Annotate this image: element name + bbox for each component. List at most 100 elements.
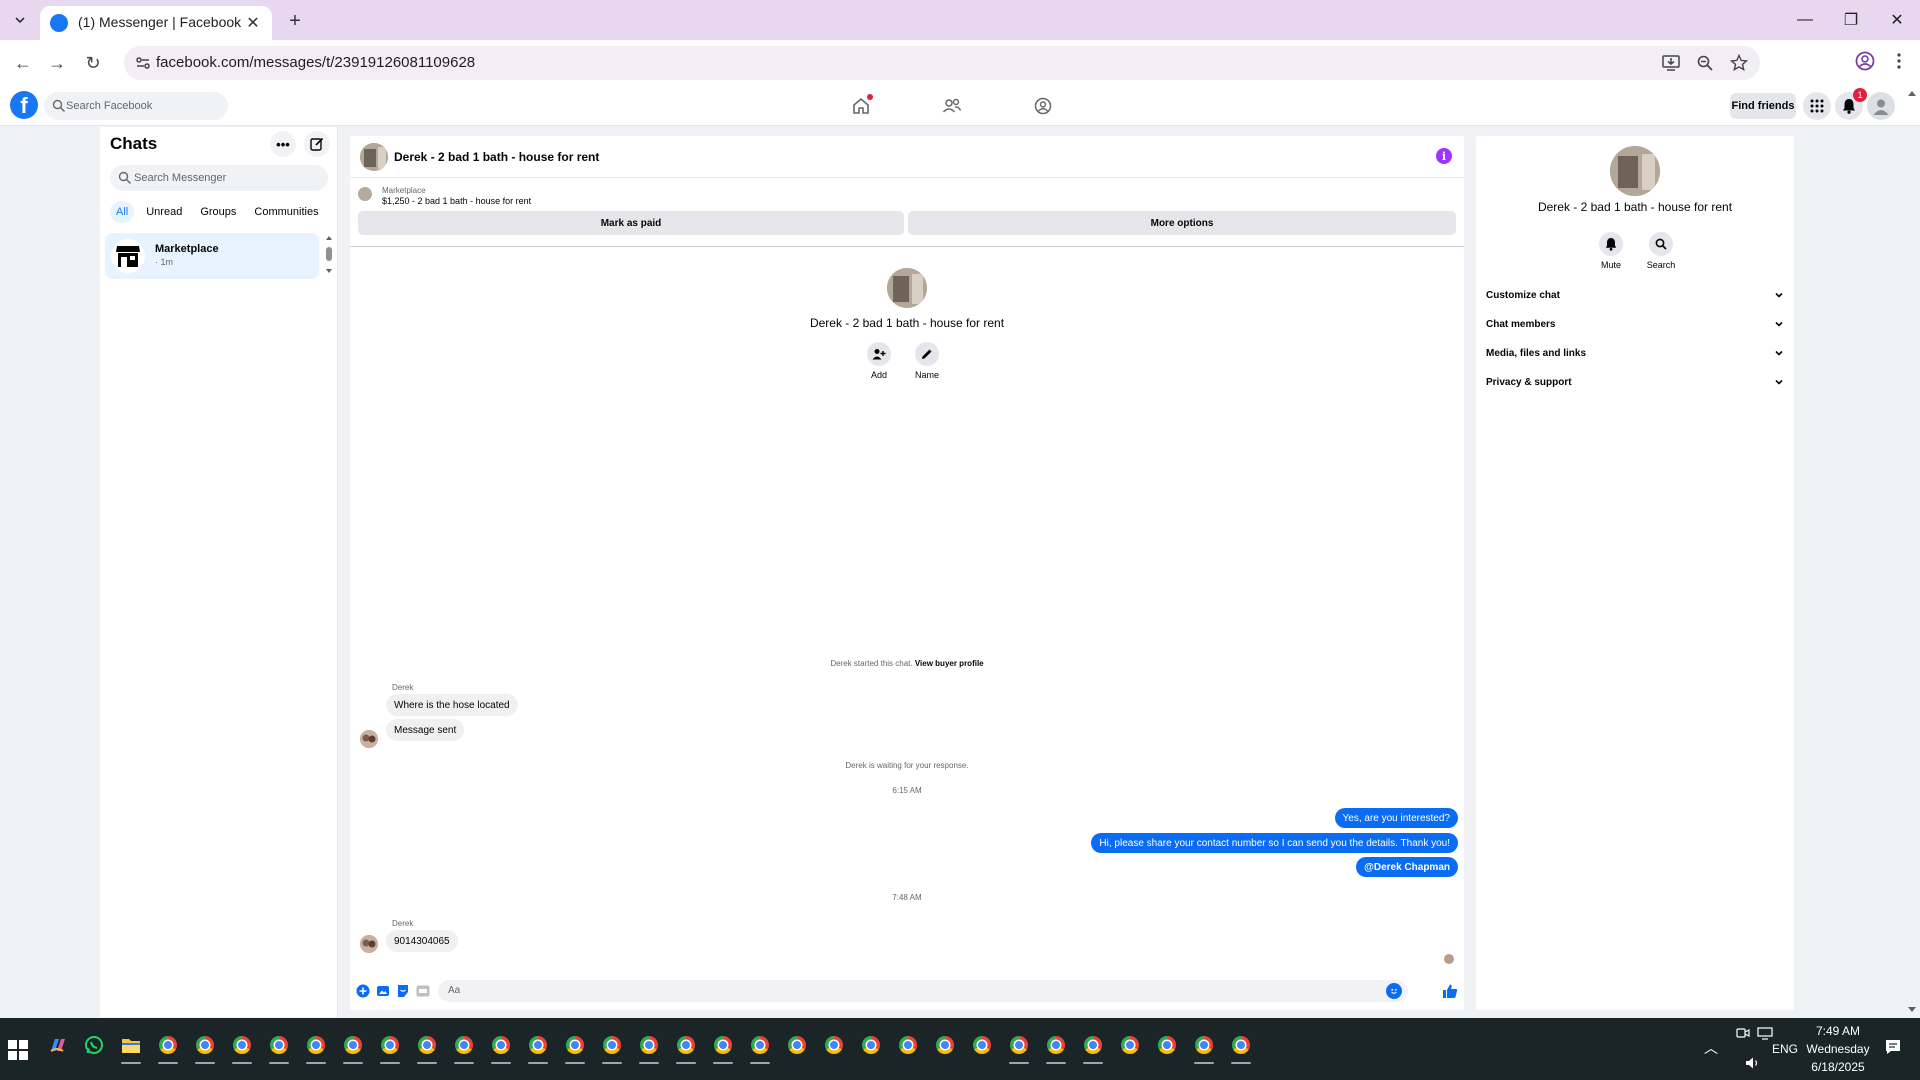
chrome-window-icon[interactable]	[747, 1032, 773, 1064]
chrome-window-icon[interactable]	[673, 1032, 699, 1064]
intro-avatar[interactable]	[887, 268, 927, 308]
browser-tab-messenger[interactable]: (1) Messenger | Facebook ✕	[40, 6, 272, 40]
filter-all[interactable]: All	[110, 201, 135, 223]
forward-arrow-icon[interactable]: →	[44, 50, 70, 76]
messenger-search-input[interactable]: Search Messenger	[110, 165, 328, 191]
chrome-window-icon[interactable]	[266, 1032, 292, 1064]
bookmark-star-icon[interactable]	[1728, 52, 1750, 74]
zoom-icon[interactable]	[1694, 52, 1716, 74]
add-people-button[interactable]: Add	[867, 342, 891, 380]
browser-menu-icon[interactable]	[1888, 50, 1910, 72]
conversation-title[interactable]: Derek - 2 bad 1 bath - house for rent	[394, 150, 599, 164]
sticker-icon[interactable]	[395, 983, 411, 999]
chrome-window-icon[interactable]	[932, 1032, 958, 1058]
chrome-window-icon[interactable]	[192, 1032, 218, 1064]
chrome-window-icon[interactable]	[562, 1032, 588, 1064]
edit-name-button[interactable]: Name	[915, 342, 939, 380]
chrome-window-icon[interactable]	[525, 1032, 551, 1064]
meet-now-icon[interactable]	[1734, 1024, 1752, 1042]
back-arrow-icon[interactable]: ←	[10, 50, 36, 76]
show-hidden-icons-chevron-icon[interactable]: ︿	[1704, 1038, 1718, 1058]
chrome-window-icon[interactable]	[636, 1032, 662, 1064]
language-indicator[interactable]: ENG	[1772, 1042, 1798, 1056]
chat-list-item[interactable]: Marketplace · 1m	[105, 233, 319, 279]
chat-list-scrollbar[interactable]	[324, 235, 334, 275]
more-options-button[interactable]: More options	[908, 211, 1456, 235]
facebook-search-input[interactable]: Search Facebook	[44, 92, 228, 120]
chrome-window-icon[interactable]	[303, 1032, 329, 1064]
message-input[interactable]: Aa	[438, 980, 1408, 1002]
sender-avatar[interactable]	[360, 730, 378, 748]
emoji-icon[interactable]	[1386, 983, 1402, 999]
chrome-window-icon[interactable]	[858, 1032, 884, 1058]
volume-icon[interactable]	[1744, 1054, 1762, 1072]
new-message-icon[interactable]	[304, 131, 330, 157]
network-icon[interactable]	[1756, 1024, 1774, 1042]
chrome-window-icon[interactable]	[599, 1032, 625, 1064]
site-settings-icon[interactable]	[134, 54, 152, 72]
chats-more-options-icon[interactable]: •••	[270, 131, 296, 157]
chrome-window-icon[interactable]	[155, 1032, 181, 1064]
chrome-window-icon[interactable]	[1228, 1032, 1254, 1064]
like-thumbs-up-icon[interactable]	[1442, 983, 1458, 999]
chrome-window-icon[interactable]	[1117, 1032, 1143, 1058]
notification-center-icon[interactable]	[1884, 1038, 1902, 1056]
filter-unread[interactable]: Unread	[140, 201, 188, 223]
gif-icon[interactable]	[415, 983, 431, 999]
mark-as-paid-button[interactable]: Mark as paid	[358, 211, 904, 235]
search-in-chat-button[interactable]: Search	[1647, 232, 1675, 270]
chrome-window-icon[interactable]	[821, 1032, 847, 1058]
outgoing-message[interactable]: Yes, are you interested?	[1334, 808, 1458, 828]
chrome-window-icon[interactable]	[1043, 1032, 1069, 1064]
close-tab-icon[interactable]: ✕	[244, 14, 262, 32]
chrome-window-icon[interactable]	[377, 1032, 403, 1064]
url-text[interactable]: facebook.com/messages/t/2391912608110962…	[156, 54, 475, 71]
chrome-window-icon[interactable]	[969, 1032, 995, 1058]
copilot-icon[interactable]	[44, 1032, 70, 1058]
file-explorer-icon[interactable]	[118, 1032, 144, 1064]
filter-communities[interactable]: Communities	[248, 201, 324, 223]
notifications-bell-icon[interactable]: 1	[1835, 88, 1867, 120]
chrome-window-icon[interactable]	[1191, 1032, 1217, 1064]
view-buyer-profile-link[interactable]: View buyer profile	[915, 659, 984, 668]
chrome-window-icon[interactable]	[488, 1032, 514, 1064]
chrome-window-icon[interactable]	[340, 1032, 366, 1064]
conversation-avatar[interactable]	[360, 143, 388, 171]
chrome-window-icon[interactable]	[784, 1032, 810, 1058]
chrome-window-icon[interactable]	[1154, 1032, 1180, 1058]
mute-button[interactable]: Mute	[1598, 232, 1624, 270]
friends-icon[interactable]	[940, 94, 964, 118]
chrome-window-icon[interactable]	[895, 1032, 921, 1058]
address-bar[interactable]: facebook.com/messages/t/2391912608110962…	[124, 46, 1760, 80]
install-app-icon[interactable]	[1660, 52, 1682, 74]
conversation-info-icon[interactable]: i	[1436, 148, 1452, 164]
listing-thumbnail[interactable]	[358, 187, 372, 201]
whatsapp-icon[interactable]	[81, 1032, 107, 1058]
listing-title[interactable]: $1,250 - 2 bad 1 bath - house for rent	[382, 196, 531, 206]
more-actions-plus-icon[interactable]	[355, 983, 371, 999]
info-avatar[interactable]	[1610, 146, 1660, 196]
customize-chat-section[interactable]: Customize chat	[1486, 282, 1784, 308]
minimize-icon[interactable]: —	[1782, 0, 1828, 40]
facebook-logo-icon[interactable]: f	[10, 91, 38, 119]
chrome-window-icon[interactable]	[229, 1032, 255, 1064]
chrome-window-icon[interactable]	[1080, 1032, 1106, 1064]
chrome-window-icon[interactable]	[1006, 1032, 1032, 1064]
menu-grid-icon[interactable]	[1803, 92, 1831, 120]
sender-avatar[interactable]	[360, 935, 378, 953]
new-tab-plus-icon[interactable]: +	[284, 10, 306, 32]
outgoing-message[interactable]: Hi, please share your contact number so …	[1091, 833, 1458, 853]
profile-icon[interactable]	[1854, 50, 1876, 72]
account-avatar[interactable]	[1867, 92, 1895, 120]
close-window-icon[interactable]: ✕	[1874, 0, 1920, 40]
tab-search-chevron-icon[interactable]	[10, 10, 30, 30]
incoming-message[interactable]: Message sent	[386, 719, 465, 741]
windows-start-icon[interactable]	[8, 1040, 28, 1060]
home-icon[interactable]	[849, 94, 873, 118]
taskbar-clock[interactable]: 7:49 AM Wednesday 6/18/2025	[1798, 1022, 1878, 1076]
incoming-message[interactable]: Where is the hose located	[386, 694, 518, 716]
chrome-window-icon[interactable]	[710, 1032, 736, 1064]
filter-groups[interactable]: Groups	[194, 201, 242, 223]
find-friends-button[interactable]: Find friends	[1730, 93, 1796, 119]
attach-photo-icon[interactable]	[375, 983, 391, 999]
